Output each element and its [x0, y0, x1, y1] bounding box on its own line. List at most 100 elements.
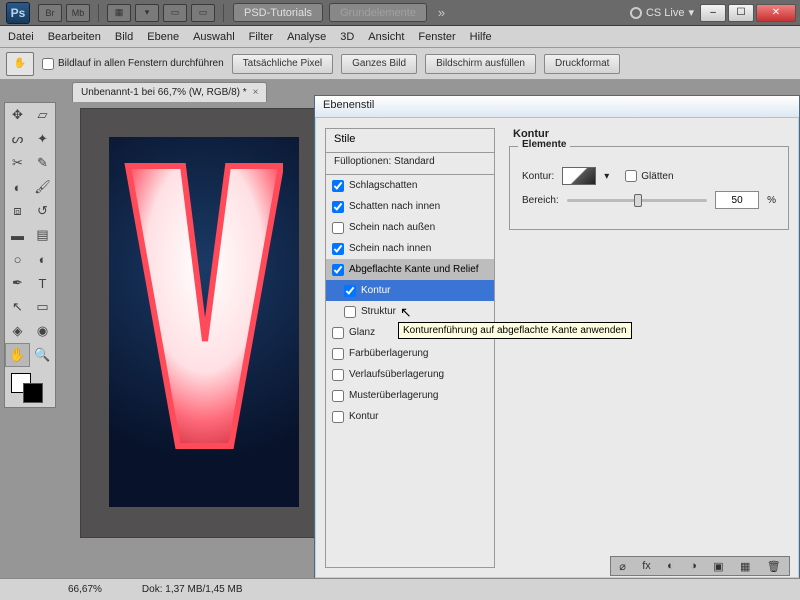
- dodge-tool[interactable]: ◐: [30, 247, 55, 271]
- window-minimize[interactable]: –: [700, 4, 726, 22]
- style-label: Schein nach außen: [349, 222, 435, 233]
- shape-tool[interactable]: ▭: [30, 295, 55, 319]
- menu-datei[interactable]: Datei: [8, 31, 34, 43]
- menu-auswahl[interactable]: Auswahl: [193, 31, 235, 43]
- style-row-3[interactable]: Schein nach innen: [326, 238, 494, 259]
- fill-screen-button[interactable]: Bildschirm ausfüllen: [425, 54, 536, 74]
- style-row-4[interactable]: Abgeflachte Kante und Relief: [326, 259, 494, 280]
- menu-ansicht[interactable]: Ansicht: [368, 31, 404, 43]
- menu-bild[interactable]: Bild: [115, 31, 133, 43]
- style-checkbox[interactable]: [332, 243, 344, 255]
- link-icon[interactable]: ⌀: [619, 560, 626, 573]
- glatten-checkbox[interactable]: Glätten: [625, 170, 673, 182]
- app-icon[interactable]: Ps: [6, 2, 30, 24]
- style-row-1[interactable]: Schatten nach innen: [326, 196, 494, 217]
- style-checkbox[interactable]: [332, 327, 344, 339]
- screen-mode-icon[interactable]: ▭: [191, 4, 215, 22]
- close-tab-icon[interactable]: ×: [253, 87, 259, 98]
- style-row-9[interactable]: Verlaufsüberlagerung: [326, 364, 494, 385]
- document-canvas[interactable]: [80, 108, 326, 538]
- camera-tool[interactable]: ◉: [30, 319, 55, 343]
- zoom-readout[interactable]: 66,67%: [68, 584, 102, 595]
- bridge-button[interactable]: Br: [38, 4, 62, 22]
- 3d-tool[interactable]: ◈: [5, 319, 30, 343]
- style-row-5[interactable]: Kontur: [326, 280, 494, 301]
- zoom-tool[interactable]: 🔍: [30, 343, 55, 367]
- contour-dropdown-icon[interactable]: ▾: [604, 171, 609, 182]
- style-checkbox[interactable]: [332, 390, 344, 402]
- document-tab[interactable]: Unbenannt-1 bei 66,7% (W, RGB/8) *×: [72, 82, 267, 102]
- brush-tool[interactable]: 🖌: [30, 175, 55, 199]
- marquee-tool[interactable]: ▱: [30, 103, 55, 127]
- style-checkbox[interactable]: [344, 306, 356, 318]
- adjustment-icon[interactable]: ◑: [690, 560, 697, 572]
- heal-tool[interactable]: ◐: [5, 175, 30, 199]
- menu-fenster[interactable]: Fenster: [418, 31, 455, 43]
- menu-bearbeiten[interactable]: Bearbeiten: [48, 31, 101, 43]
- style-row-10[interactable]: Musterüberlagerung: [326, 385, 494, 406]
- menu-3d[interactable]: 3D: [340, 31, 354, 43]
- styles-header[interactable]: Stile: [326, 129, 494, 153]
- hand-tool[interactable]: ✋: [5, 343, 30, 367]
- bereich-slider[interactable]: [567, 199, 707, 202]
- workspace-psd-tutorials[interactable]: PSD-Tutorials: [233, 3, 323, 22]
- workspace-more-icon[interactable]: »: [438, 5, 445, 20]
- dialog-title[interactable]: Ebenenstil: [315, 96, 799, 118]
- style-checkbox[interactable]: [332, 348, 344, 360]
- actual-pixels-button[interactable]: Tatsächliche Pixel: [232, 54, 333, 74]
- wand-tool[interactable]: ✦: [30, 127, 55, 151]
- history-brush-tool[interactable]: ↺: [30, 199, 55, 223]
- scroll-all-windows-checkbox[interactable]: Bildlauf in allen Fenstern durchführen: [42, 58, 224, 70]
- trash-icon[interactable]: 🗑: [767, 560, 781, 573]
- eraser-tool[interactable]: ▬: [5, 223, 30, 247]
- bereich-input[interactable]: [715, 191, 759, 209]
- style-checkbox[interactable]: [332, 222, 344, 234]
- background-color[interactable]: [23, 383, 43, 403]
- workspace-grundelemente[interactable]: Grundelemente: [329, 3, 427, 22]
- style-row-0[interactable]: Schlagschatten: [326, 175, 494, 196]
- menu-ebene[interactable]: Ebene: [147, 31, 179, 43]
- hand-tool-icon[interactable]: ✋: [6, 52, 34, 76]
- style-checkbox[interactable]: [332, 411, 344, 423]
- panel-dock[interactable]: ⌀ fx ◐ ◑ ▣ ▦ 🗑: [610, 556, 790, 576]
- type-tool[interactable]: T: [30, 271, 55, 295]
- minibridge-button[interactable]: Mb: [66, 4, 90, 22]
- style-row-2[interactable]: Schein nach außen: [326, 217, 494, 238]
- contour-picker[interactable]: [562, 167, 596, 185]
- view-extras-icon[interactable]: ▦: [107, 4, 131, 22]
- blur-tool[interactable]: ○: [5, 247, 30, 271]
- color-swatches[interactable]: [5, 367, 55, 407]
- style-checkbox[interactable]: [332, 369, 344, 381]
- menu-hilfe[interactable]: Hilfe: [470, 31, 492, 43]
- style-checkbox[interactable]: [332, 264, 344, 276]
- window-maximize[interactable]: ☐: [728, 4, 754, 22]
- new-layer-icon[interactable]: ▦: [740, 560, 750, 573]
- blending-options-row[interactable]: Fülloptionen: Standard: [326, 153, 494, 175]
- move-tool[interactable]: ✥: [5, 103, 30, 127]
- mask-icon[interactable]: ◐: [667, 560, 674, 572]
- fit-screen-button[interactable]: Ganzes Bild: [341, 54, 417, 74]
- menu-filter[interactable]: Filter: [249, 31, 273, 43]
- menu-analyse[interactable]: Analyse: [287, 31, 326, 43]
- lasso-tool[interactable]: ᔕ: [5, 127, 30, 151]
- style-checkbox[interactable]: [332, 180, 344, 192]
- gradient-tool[interactable]: ▤: [30, 223, 55, 247]
- doc-size-readout[interactable]: Dok: 1,37 MB/1,45 MB: [142, 584, 243, 595]
- pen-tool[interactable]: ✒: [5, 271, 30, 295]
- crop-tool[interactable]: ✂: [5, 151, 30, 175]
- arrange-icon[interactable]: ▭: [163, 4, 187, 22]
- style-row-6[interactable]: Struktur: [326, 301, 494, 322]
- cs-live[interactable]: CS Live ▾: [630, 6, 700, 19]
- style-checkbox[interactable]: [332, 201, 344, 213]
- style-row-8[interactable]: Farbüberlagerung: [326, 343, 494, 364]
- stamp-tool[interactable]: ⧈: [5, 199, 30, 223]
- zoom-dropdown[interactable]: ▾: [135, 4, 159, 22]
- path-tool[interactable]: ↖: [5, 295, 30, 319]
- folder-icon[interactable]: ▣: [713, 560, 723, 573]
- print-size-button[interactable]: Druckformat: [544, 54, 620, 74]
- style-checkbox[interactable]: [344, 285, 356, 297]
- eyedropper-tool[interactable]: ✎: [30, 151, 55, 175]
- style-row-11[interactable]: Kontur: [326, 406, 494, 427]
- window-close[interactable]: ✕: [756, 4, 796, 22]
- fx-icon[interactable]: fx: [642, 560, 651, 572]
